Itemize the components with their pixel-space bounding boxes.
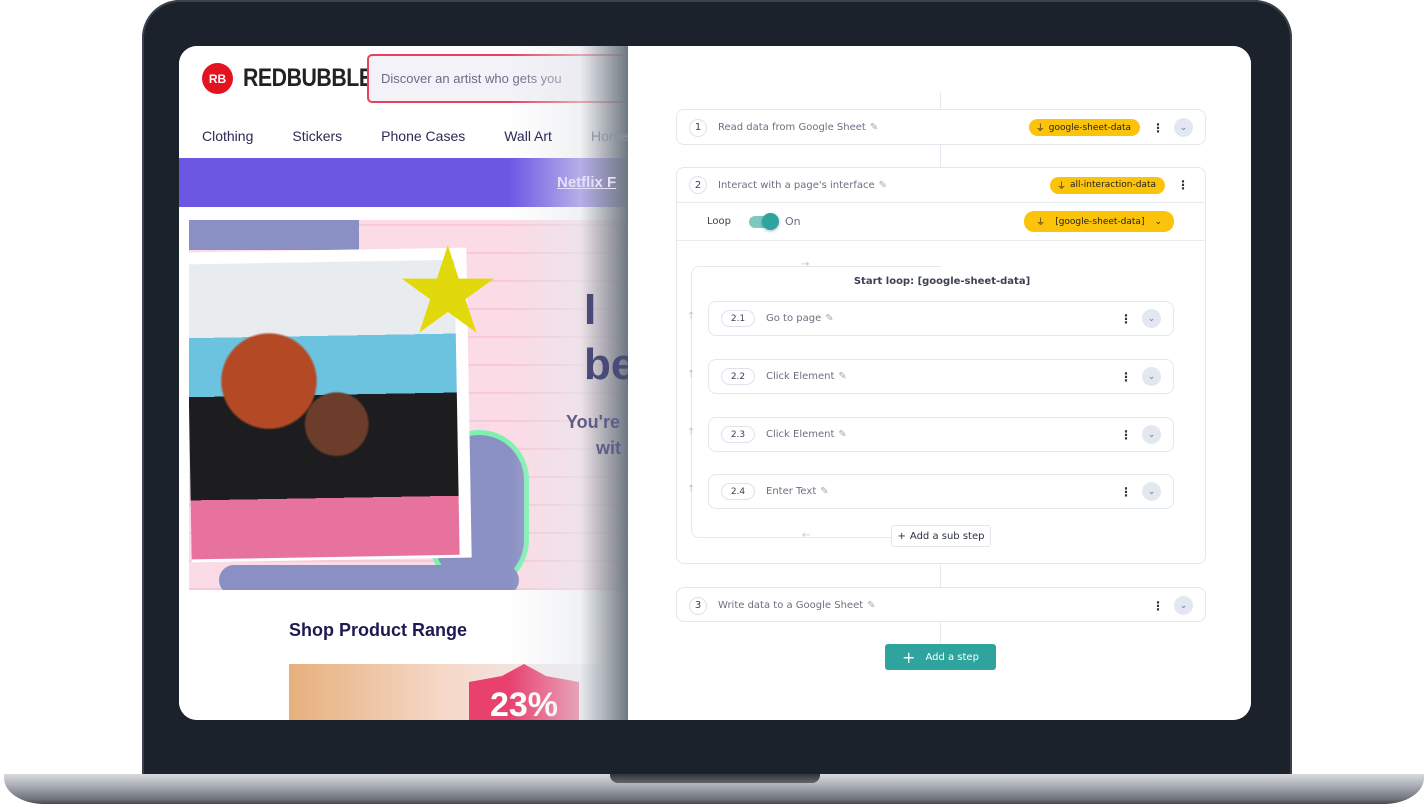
button-label: Add a step: [925, 651, 979, 663]
logo-text: REDBUBBLE: [243, 64, 373, 92]
logo-mark: RB: [202, 63, 233, 94]
output-chip[interactable]: ⏚ google-sheet-data: [1028, 119, 1140, 136]
chevron-down-icon[interactable]: ⌄: [1142, 482, 1161, 501]
substep-card[interactable]: 2.4 Enter Text ✎ ⋮ ⌄: [708, 474, 1174, 509]
star-sticker-icon: ★: [394, 222, 502, 361]
substep-title: Go to page: [766, 313, 822, 324]
section-title: Shop Product Range: [289, 620, 468, 640]
edit-pencil-icon[interactable]: ✎: [879, 180, 887, 191]
plus-icon: +: [897, 530, 906, 542]
arrow-up-icon: ↑: [687, 427, 696, 438]
substep-number: 2.3: [721, 426, 755, 443]
loop-toggle[interactable]: [748, 212, 779, 230]
substep-card[interactable]: 2.2 Click Element ✎ ⋮ ⌄: [708, 359, 1174, 394]
step-card-1[interactable]: 1 Read data from Google Sheet ✎ ⏚ google-…: [676, 109, 1206, 145]
hero-title-1: I: [584, 285, 597, 334]
button-label: Add a sub step: [909, 530, 985, 542]
laptop-screen: RB REDBUBBLE Discover an artist who gets…: [179, 46, 1251, 720]
loop-source-label: [google-sheet-data]: [1055, 216, 1145, 227]
loop-label: Loop: [707, 216, 731, 227]
hero-decor: [189, 220, 359, 250]
hero-sub-1: You're: [566, 412, 620, 432]
arrow-up-icon: ↑: [687, 369, 696, 380]
edit-pencil-icon[interactable]: ✎: [825, 313, 833, 324]
chevron-down-icon[interactable]: ⌄: [1174, 118, 1193, 137]
substep-title: Click Element: [766, 371, 835, 382]
substep-number: 2.4: [721, 483, 755, 500]
edit-pencil-icon[interactable]: ✎: [870, 122, 878, 133]
loop-state: On: [784, 215, 801, 228]
more-options-icon[interactable]: ⋮: [1116, 312, 1136, 326]
more-options-icon[interactable]: ⋮: [1148, 599, 1168, 613]
step-number: 1: [689, 118, 707, 137]
more-options-icon[interactable]: ⋮: [1173, 178, 1193, 192]
chevron-down-icon: ⌄: [1154, 216, 1162, 227]
more-options-icon[interactable]: ⋮: [1148, 121, 1168, 135]
promo-banner: Netflix F: [179, 158, 628, 207]
loop-source-dropdown[interactable]: ⏚ [google-sheet-data] ⌄: [1024, 211, 1174, 232]
workflow-panel: 1 Read data from Google Sheet ✎ ⏚ google-…: [628, 46, 1251, 720]
hero-title-2: be: [584, 340, 628, 389]
chip-label: google-sheet-data: [1048, 122, 1131, 133]
chevron-down-icon[interactable]: ⌄: [1142, 425, 1161, 444]
arrow-right-icon: →: [801, 259, 810, 270]
chevron-down-icon[interactable]: ⌄: [1142, 367, 1161, 386]
hero-sub-2: wit: [596, 438, 621, 458]
add-step-button[interactable]: + Add a step: [885, 644, 996, 670]
step-number: 3: [689, 596, 707, 615]
step-card-2: 2 Interact with a page's interface ✎ ⏚ al…: [676, 167, 1206, 564]
hero-decor-bottom: [219, 565, 519, 590]
chip-label: all-interaction-data: [1070, 180, 1156, 190]
step-title: Read data from Google Sheet: [718, 122, 866, 133]
plug-icon: ⏚: [1035, 124, 1045, 134]
add-sub-step-button[interactable]: + Add a sub step: [891, 525, 991, 547]
substep-number: 2.2: [721, 368, 755, 385]
plus-icon: +: [902, 647, 916, 667]
edit-pencil-icon[interactable]: ✎: [867, 600, 875, 611]
substep-card[interactable]: 2.1 Go to page ✎ ⋮ ⌄: [708, 301, 1174, 336]
more-options-icon[interactable]: ⋮: [1116, 485, 1136, 499]
laptop-notch: [610, 774, 820, 783]
arrow-up-icon: ↑: [687, 311, 696, 322]
plug-icon: ⏚: [1057, 181, 1067, 192]
banner-link[interactable]: Netflix F: [557, 174, 616, 191]
search-input[interactable]: Discover an artist who gets you: [367, 54, 628, 103]
edit-pencil-icon[interactable]: ✎: [820, 486, 828, 497]
nav-phone-cases[interactable]: Phone Cases: [381, 128, 465, 144]
redbubble-page: RB REDBUBBLE Discover an artist who gets…: [179, 46, 628, 720]
chevron-down-icon[interactable]: ⌄: [1174, 596, 1193, 615]
substep-card[interactable]: 2.3 Click Element ✎ ⋮ ⌄: [708, 417, 1174, 452]
step-card-3[interactable]: 3 Write data to a Google Sheet ✎ ⋮ ⌄: [676, 587, 1206, 622]
hero-banner[interactable]: ★ I be You're wit: [189, 220, 628, 590]
edit-pencil-icon[interactable]: ✎: [838, 371, 846, 382]
output-chip[interactable]: ⏚ all-interaction-data: [1050, 176, 1165, 194]
chevron-down-icon[interactable]: ⌄: [1142, 309, 1161, 328]
edit-pencil-icon[interactable]: ✎: [838, 429, 846, 440]
nav-clothing[interactable]: Clothing: [202, 128, 253, 144]
substep-title: Enter Text: [766, 486, 817, 497]
substep-title: Click Element: [766, 429, 835, 440]
step-number: 2: [689, 176, 707, 194]
step-title: Interact with a page's interface: [718, 179, 875, 191]
arrow-left-icon: ←: [802, 530, 811, 541]
nav-wall-art[interactable]: Wall Art: [504, 128, 552, 144]
nav-stickers[interactable]: Stickers: [292, 128, 342, 144]
step-title: Write data to a Google Sheet: [718, 600, 864, 611]
more-options-icon[interactable]: ⋮: [1116, 428, 1136, 442]
more-options-icon[interactable]: ⋮: [1116, 370, 1136, 384]
category-nav: Clothing Stickers Phone Cases Wall Art H…: [202, 128, 628, 144]
loop-start-label: Start loop: [google-sheet-data]: [853, 276, 1031, 287]
arrow-up-icon: ↑: [687, 484, 696, 495]
plug-icon: ⏚: [1036, 218, 1046, 228]
nav-home[interactable]: Home &: [591, 128, 628, 144]
substep-number: 2.1: [721, 310, 755, 327]
